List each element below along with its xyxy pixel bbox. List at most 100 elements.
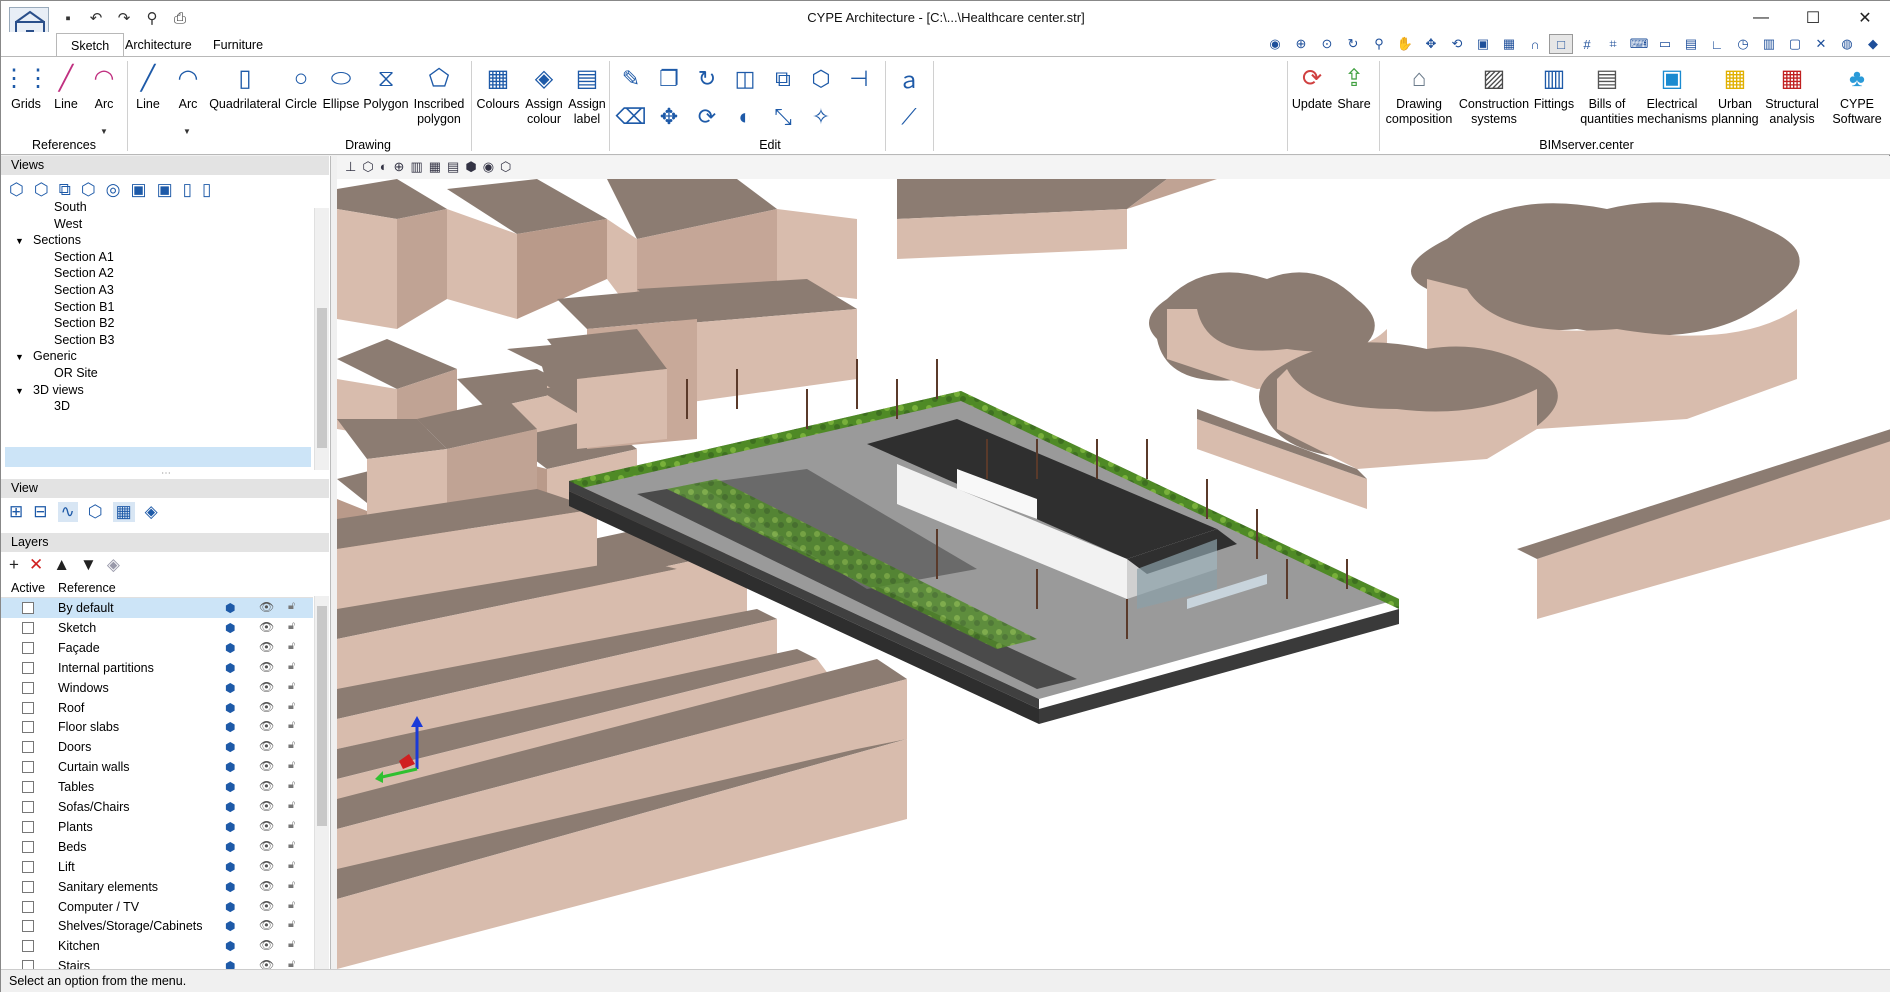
layer-active-checkbox[interactable] [22,602,34,614]
view-axis-icon[interactable]: ∟ [1705,34,1729,54]
view-refresh-icon[interactable]: ↻ [1341,34,1365,54]
bills-of-quantities-button[interactable]: ▤ Bills of quantities [1579,61,1635,127]
axis-icon[interactable]: ⊥ [345,159,356,176]
layer-lock-icon[interactable]: 🔓︎ [288,859,295,872]
layer-eye-icon[interactable]: 👁︎ [259,719,274,733]
scroll-thumb[interactable] [317,606,327,826]
layer-row[interactable]: Roof ⬢ 👁︎ 🔓︎ [1,698,313,718]
view-grid-color-icon[interactable]: ▦ [1497,34,1521,54]
scale-icon[interactable]: ⤡ [767,101,799,133]
layer-lock-icon[interactable]: 🔓︎ [288,700,295,713]
layer-cube-icon[interactable]: ⬢ [225,661,235,675]
add-layer-icon[interactable]: + [9,555,19,575]
column-active[interactable]: Active [11,581,45,595]
tree-item[interactable]: Section A1 [54,250,114,264]
minimize-button[interactable]: — [1735,1,1787,35]
grid-color-view-icon[interactable]: ▦ [112,502,135,522]
edit-view-icon[interactable]: ⬡ [34,180,49,200]
tree-item[interactable]: Generic [33,349,77,363]
layer-active-checkbox[interactable] [22,761,34,774]
tree-item[interactable]: 3D views [33,383,84,397]
web-globe-icon[interactable]: ◍ [1835,34,1859,54]
layer-lock-icon[interactable]: 🔓︎ [288,819,295,832]
layer-active-checkbox[interactable] [22,641,34,654]
construction-systems-button[interactable]: ▨ Construction systems [1457,61,1531,127]
view-pan-icon[interactable]: ✋ [1393,34,1417,54]
layer-cube-icon[interactable]: ⬢ [225,939,235,953]
layer-eye-icon[interactable]: 👁︎ [259,620,274,634]
layer-row[interactable]: Floor slabs ⬢ 👁︎ 🔓︎ [1,717,313,737]
delete-layer-icon[interactable]: ✕ [29,555,43,575]
layer-lock-icon[interactable]: 🔓︎ [288,660,295,673]
layer-eye-icon[interactable]: 👁︎ [259,739,274,753]
tab-architecture[interactable]: Architecture [111,33,206,56]
layer-active-checkbox[interactable] [22,900,34,913]
layer-row[interactable]: Curtain walls ⬢ 👁︎ 🔓︎ [1,757,313,777]
view-image-icon[interactable]: ▣ [1471,34,1495,54]
polygon-button[interactable]: ⧖ Polygon [363,61,409,112]
text-icon[interactable]: ａ [893,63,925,95]
layer-eye-icon[interactable]: 👁︎ [259,839,274,853]
chevron-down-icon[interactable]: ▼ [183,127,191,136]
view-zoom-extents-icon[interactable]: ⊕ [1289,34,1313,54]
add-view-icon[interactable]: ⬡ [9,180,24,200]
shade-icon[interactable]: ◐ [380,159,388,176]
tree-item[interactable]: Section A3 [54,283,114,297]
solid-icon[interactable]: ⬢ [465,159,476,176]
layer-eye-icon[interactable]: 👁︎ [259,819,274,833]
layer-row[interactable]: Beds ⬢ 👁︎ 🔓︎ [1,837,313,857]
column-reference[interactable]: Reference [58,581,116,595]
rotate-icon[interactable]: ↻ [691,63,723,95]
view-zoom-icon[interactable]: ⚲ [1367,34,1391,54]
eraser-icon[interactable]: ⌫ [615,101,647,133]
layer-active-checkbox[interactable] [22,681,34,694]
layer-active-checkbox[interactable] [22,880,34,893]
view-chart-icon[interactable]: ▥ [1757,34,1781,54]
dimension-icon[interactable]: ⊣ [843,63,875,95]
tab-furniture[interactable]: Furniture [199,33,277,56]
eye-icon[interactable]: ◉ [483,159,494,176]
copy-icon[interactable]: ❐ [653,63,685,95]
camera-zoom-icon[interactable]: ▣ [157,180,173,200]
inscribed-polygon-button[interactable]: ⬠ Inscribed polygon [411,61,467,127]
move-down-icon[interactable]: ▼ [80,555,97,575]
layer-cube-icon[interactable]: ⬢ [225,641,235,655]
layers-scrollbar[interactable] [314,596,329,969]
book-export-icon[interactable]: ▯ [202,180,211,200]
assign-colour-button[interactable]: ◈ Assign colour [523,61,565,127]
delete-view-icon[interactable]: ⬡ [81,180,96,200]
layer-row[interactable]: Sketch ⬢ 👁︎ 🔓︎ [1,618,313,638]
scroll-thumb[interactable] [317,308,327,448]
floor-plan-icon[interactable]: ▦ [429,159,441,176]
orbit-icon[interactable]: ⊕ [394,159,405,176]
layer-lock-icon[interactable]: 🔓︎ [288,899,295,912]
layer-lock-icon[interactable]: 🔓︎ [288,739,295,752]
tree-item[interactable]: Section B2 [54,316,114,330]
tree-item[interactable]: OR Site [54,366,98,380]
circle-button[interactable]: ○ Circle [284,61,318,112]
layer-row[interactable]: Plants ⬢ 👁︎ 🔓︎ [1,817,313,837]
3d-icon[interactable]: ⬡ [500,159,511,176]
urban-planning-button[interactable]: ▦ Urban planning [1709,61,1761,127]
layer-lock-icon[interactable]: 🔓︎ [288,779,295,792]
layer-row[interactable]: Windows ⬢ 👁︎ 🔓︎ [1,678,313,698]
layer-cube-icon[interactable]: ⬢ [225,800,235,814]
reference-line-button[interactable]: ╱ Line [49,61,83,112]
tree-item[interactable]: Section A2 [54,266,114,280]
layer-lock-icon[interactable]: 🔓︎ [288,640,295,653]
quadrilateral-button[interactable]: ▯ Quadrilateral [209,61,281,112]
layer-row[interactable]: Sofas/Chairs ⬢ 👁︎ 🔓︎ [1,797,313,817]
split-view-icon[interactable]: ⊞ [9,502,23,522]
rotate-copy-icon[interactable]: ⟳ [691,101,723,133]
help-book-icon[interactable]: ◆ [1861,34,1885,54]
ellipse-button[interactable]: ⬭ Ellipse [321,61,361,112]
layer-active-checkbox[interactable] [22,820,34,833]
section-icon[interactable]: ▥ [410,159,422,176]
reference-arc-button[interactable]: ◠ Arc [87,61,121,112]
cype-software-button[interactable]: ♣ CYPE Software [1829,61,1885,127]
measure-icon[interactable]: ⟋ [893,101,925,133]
layer-lock-icon[interactable]: 🔓︎ [288,938,295,951]
camera-icon[interactable]: ▣ [131,180,147,200]
line-button[interactable]: ╱ Line [131,61,165,112]
colours-button[interactable]: ▦ Colours [475,61,521,112]
